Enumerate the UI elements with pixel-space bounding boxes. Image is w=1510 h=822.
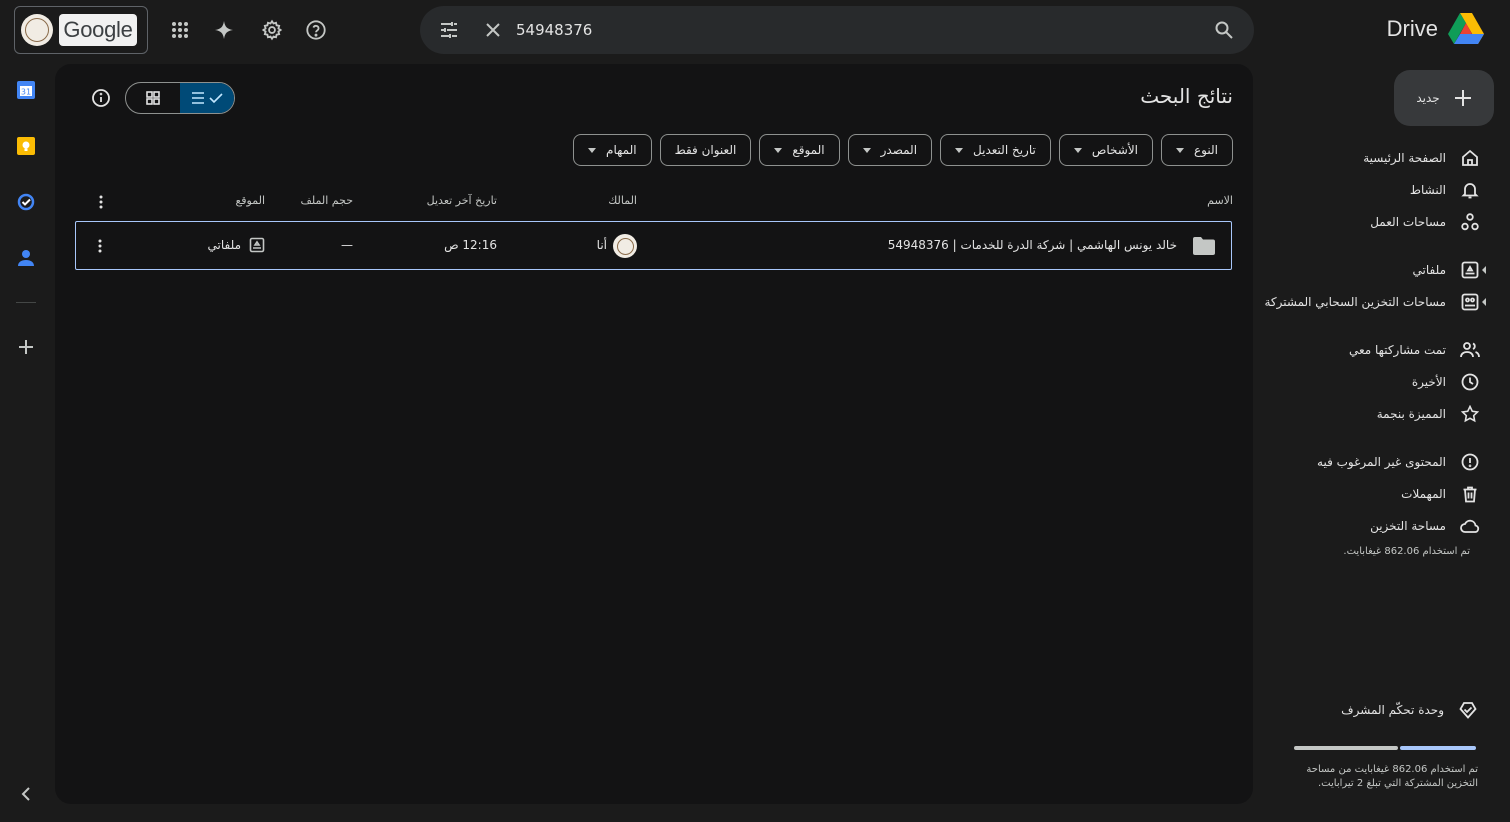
- chevron-down-icon: [955, 147, 964, 153]
- storage-progress-bar: [1294, 746, 1476, 750]
- sidebar-item-trash[interactable]: المهملات: [1401, 482, 1480, 506]
- sidebar-item-recent[interactable]: الأخيرة: [1412, 370, 1480, 394]
- column-options-more-icon[interactable]: [85, 186, 117, 218]
- search-bar: [420, 6, 1254, 54]
- account-switcher[interactable]: Google: [14, 6, 148, 54]
- filter-chip-tasks[interactable]: المهام: [573, 134, 652, 166]
- sidebar-item-workspaces[interactable]: مساحات العمل: [1370, 210, 1480, 234]
- chevron-down-icon: [774, 147, 783, 153]
- svg-text:31: 31: [21, 88, 31, 97]
- sidebar-item-shared-drives[interactable]: مساحات التخزين السحابي المشتركة: [1264, 290, 1480, 314]
- add-app-plus-icon[interactable]: [10, 331, 42, 363]
- contacts-icon[interactable]: [17, 249, 35, 267]
- storage-note-line1: تم استخدام 862.06 غيغابايت من مساحة: [1306, 764, 1478, 775]
- chevron-down-icon: [1176, 147, 1185, 153]
- filter-chip-type[interactable]: النوع: [1161, 134, 1233, 166]
- search-options-icon[interactable]: [433, 14, 465, 46]
- trash-icon: [1460, 484, 1480, 504]
- settings-gear-icon[interactable]: [256, 14, 288, 46]
- filter-chip-title-only[interactable]: العنوان فقط: [659, 134, 752, 166]
- admin-shield-icon: [1458, 700, 1478, 720]
- collapse-panel-chevron-icon[interactable]: [10, 778, 42, 810]
- plus-icon: [1454, 90, 1471, 106]
- workspaces-icon: [1460, 212, 1480, 232]
- storage-used-text: تم استخدام 862.06 غيغابايت.: [1343, 546, 1470, 557]
- row-more-actions-icon[interactable]: [84, 230, 116, 262]
- column-header-owner[interactable]: المالك: [608, 194, 637, 207]
- folder-icon: [1193, 237, 1215, 255]
- star-icon: [1460, 404, 1480, 424]
- chevron-down-icon: [862, 147, 871, 153]
- clear-search-icon[interactable]: [477, 14, 509, 46]
- keep-icon[interactable]: [17, 137, 35, 155]
- chevron-down-icon: [588, 147, 597, 153]
- expand-shared-drives-arrow-icon[interactable]: [1482, 298, 1486, 306]
- sidebar-item-spam[interactable]: المحتوى غير المرغوب فيه: [1317, 450, 1480, 474]
- tasks-icon[interactable]: [17, 193, 35, 211]
- grid-view-button[interactable]: [126, 83, 180, 113]
- sidebar-item-starred[interactable]: المميزة بنجمة: [1377, 402, 1480, 426]
- size-value: —: [341, 238, 353, 252]
- bell-icon: [1460, 180, 1480, 200]
- new-button[interactable]: جديد: [1394, 70, 1494, 126]
- clock-icon: [1460, 372, 1480, 392]
- sidebar-item-storage[interactable]: مساحة التخزين: [1370, 514, 1480, 538]
- product-title: Drive: [1386, 16, 1438, 41]
- location-value[interactable]: ملفاتي: [208, 238, 241, 252]
- filter-chip-location[interactable]: الموقع: [759, 134, 840, 166]
- column-header-location[interactable]: الموقع: [235, 194, 265, 207]
- help-icon[interactable]: [300, 14, 332, 46]
- account-avatar: [21, 14, 53, 46]
- filter-chip-modified[interactable]: تاريخ التعديل: [940, 134, 1051, 166]
- sidebar-item-home[interactable]: الصفحة الرئيسية: [1363, 146, 1480, 170]
- filter-chip-people[interactable]: الأشخاص: [1058, 134, 1154, 166]
- my-drive-icon: [1460, 260, 1480, 280]
- column-header-modified[interactable]: تاريخ آخر تعديل: [427, 194, 497, 207]
- table-row[interactable]: خالد يونس الهاشمي | شركة الدرة للخدمات |…: [75, 221, 1232, 270]
- home-icon: [1460, 148, 1480, 168]
- cloud-icon: [1460, 516, 1480, 536]
- grid-icon: [146, 91, 160, 105]
- view-details-info-icon[interactable]: [85, 82, 117, 114]
- sidebar-item-my-drive[interactable]: ملفاتي: [1413, 258, 1480, 282]
- filter-chip-source[interactable]: المصدر: [847, 134, 933, 166]
- admin-console-link[interactable]: وحدة تحكّم المشرف: [1341, 698, 1478, 722]
- sidebar-item-shared-with-me[interactable]: تمت مشاركتها معي: [1349, 338, 1480, 362]
- rail-divider: [16, 302, 36, 303]
- shared-drives-icon: [1460, 292, 1480, 312]
- gemini-sparkle-icon[interactable]: [208, 14, 240, 46]
- column-header-name[interactable]: الاسم: [1207, 194, 1233, 207]
- google-logo: Google: [59, 14, 137, 46]
- list-view-button[interactable]: [180, 83, 234, 113]
- apps-grid-icon[interactable]: [164, 14, 196, 46]
- sidebar-item-activity[interactable]: النشاط: [1410, 178, 1480, 202]
- owner-avatar: [613, 234, 637, 258]
- spam-icon: [1460, 452, 1480, 472]
- results-panel: نتائج البحث النوع الأشخاص تاريخ التعديل …: [55, 64, 1253, 804]
- file-name[interactable]: خالد يونس الهاشمي | شركة الدرة للخدمات |…: [888, 238, 1177, 252]
- search-icon[interactable]: [1208, 14, 1240, 46]
- search-input[interactable]: [516, 18, 1176, 42]
- column-header-size[interactable]: حجم الملف: [300, 194, 353, 207]
- expand-my-drive-arrow-icon[interactable]: [1482, 266, 1486, 274]
- list-check-icon: [192, 92, 223, 104]
- filter-chips: النوع الأشخاص تاريخ التعديل المصدر الموق…: [573, 134, 1233, 166]
- layout-toggle: [125, 82, 235, 114]
- calendar-icon[interactable]: 31: [17, 81, 35, 99]
- page-title: نتائج البحث: [1140, 84, 1233, 108]
- people-icon: [1460, 340, 1480, 360]
- owner-value: أنا: [596, 238, 607, 252]
- storage-note-line2: التخزين المشتركة التي تبلغ 2 تيرابايت.: [1318, 778, 1478, 789]
- modified-value: 12:16 ص: [444, 238, 497, 252]
- drive-logo-icon[interactable]: [1448, 13, 1484, 45]
- my-drive-location-icon: [249, 237, 265, 253]
- chevron-down-icon: [1073, 147, 1082, 153]
